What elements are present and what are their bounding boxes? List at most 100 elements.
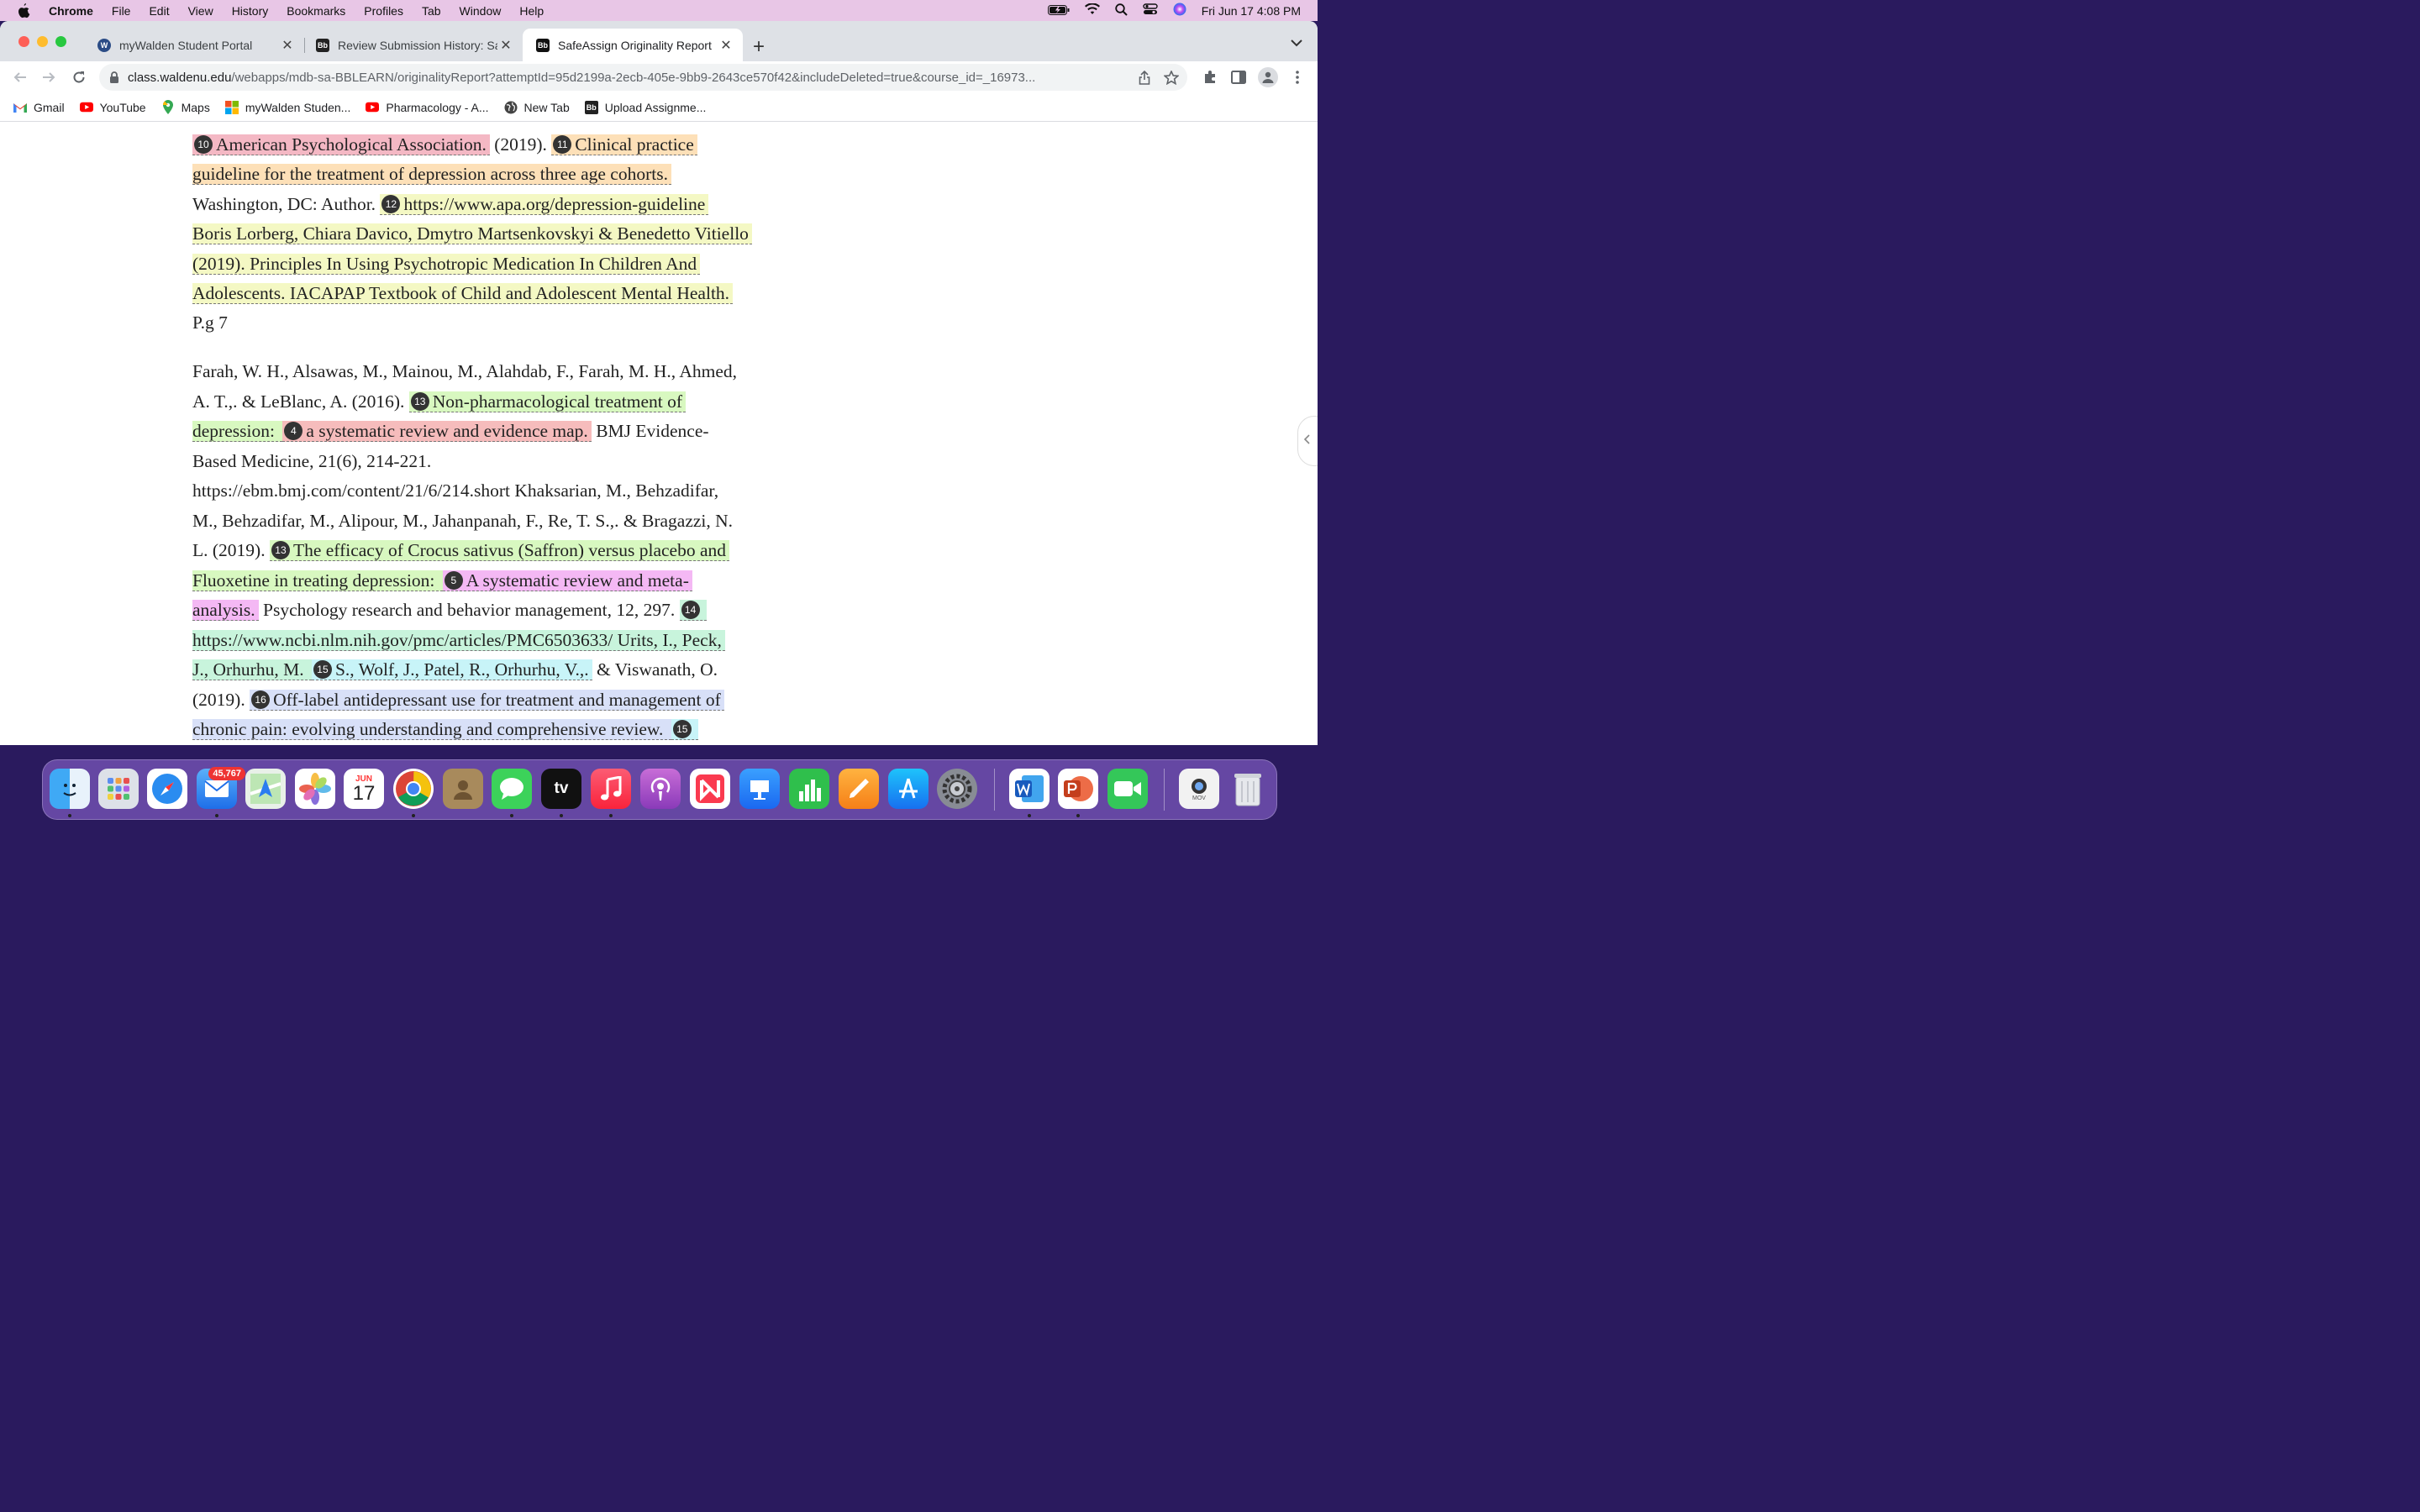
close-tab-icon[interactable]: ✕ xyxy=(718,37,734,54)
match-highlight[interactable]: 10 American Psychological Association. xyxy=(192,134,490,155)
trash-icon[interactable] xyxy=(1228,769,1268,809)
menu-profiles[interactable]: Profiles xyxy=(364,4,403,18)
tab-review-submission[interactable]: Bb Review Submission History: Sa ✕ xyxy=(302,29,523,61)
menu-tab[interactable]: Tab xyxy=(422,4,441,18)
match-badge[interactable]: 10 xyxy=(194,135,213,155)
match-badge[interactable]: 13 xyxy=(271,541,290,560)
menu-history[interactable]: History xyxy=(232,4,269,18)
match-highlight[interactable]: 12 https://www.apa.org/depression-guideli… xyxy=(380,194,709,215)
music-icon[interactable] xyxy=(591,769,631,809)
menu-view[interactable]: View xyxy=(188,4,213,18)
spotlight-search-icon[interactable] xyxy=(1115,3,1128,18)
bookmark-new-tab[interactable]: New Tab xyxy=(504,101,570,114)
battery-icon[interactable] xyxy=(1047,4,1070,18)
match-highlight[interactable]: analysis. xyxy=(192,600,259,621)
calendar-icon[interactable]: JUN 17 xyxy=(344,769,384,809)
word-icon[interactable] xyxy=(1009,769,1050,809)
match-highlight[interactable]: (2019). Principles In Using Psychotropic… xyxy=(192,254,701,275)
photos-icon[interactable] xyxy=(295,769,335,809)
control-center-icon[interactable] xyxy=(1143,3,1158,18)
bookmark-maps[interactable]: Maps xyxy=(161,100,210,114)
tab-mywalden[interactable]: W myWalden Student Portal ✕ xyxy=(84,29,304,61)
side-panel-icon[interactable] xyxy=(1230,69,1247,86)
bookmark-star-icon[interactable] xyxy=(1164,70,1179,85)
minimize-window-button[interactable] xyxy=(37,36,48,47)
menu-edit[interactable]: Edit xyxy=(149,4,169,18)
match-highlight[interactable]: 4a systematic review and evidence map. xyxy=(282,421,592,442)
numbers-icon[interactable] xyxy=(789,769,829,809)
apple-icon[interactable] xyxy=(17,3,32,18)
safari-icon[interactable] xyxy=(147,769,187,809)
close-tab-icon[interactable]: ✕ xyxy=(279,37,296,54)
close-tab-icon[interactable]: ✕ xyxy=(497,37,514,54)
match-badge[interactable]: 5 xyxy=(444,571,463,591)
tab-search-chevron-icon[interactable] xyxy=(1291,36,1302,51)
match-highlight[interactable]: Boris Lorberg, Chiara Davico, Dmytro Mar… xyxy=(192,223,752,244)
match-highlight[interactable]: guideline for the treatment of depressio… xyxy=(192,164,671,185)
maps-app-icon[interactable] xyxy=(245,769,286,809)
match-badge[interactable]: 13 xyxy=(410,392,429,412)
zoom-window-button[interactable] xyxy=(55,36,66,47)
siri-icon[interactable] xyxy=(1173,3,1186,18)
match-badge[interactable]: 16 xyxy=(251,690,271,710)
close-window-button[interactable] xyxy=(18,36,29,47)
match-badge[interactable]: 11 xyxy=(553,135,572,155)
menu-file[interactable]: File xyxy=(112,4,131,18)
bookmark-gmail[interactable]: Gmail xyxy=(13,101,65,114)
wifi-icon[interactable] xyxy=(1084,3,1100,18)
match-highlight[interactable]: 15 S., Wolf, J., Patel, R., Orhurhu, V.,. xyxy=(311,659,592,680)
match-highlight[interactable]: chronic pain: evolving understanding and… xyxy=(192,719,671,740)
bookmark-pharmacology[interactable]: Pharmacology - A... xyxy=(366,101,489,114)
match-badge[interactable]: 15 xyxy=(313,660,332,680)
menu-bookmarks[interactable]: Bookmarks xyxy=(287,4,345,18)
pages-icon[interactable] xyxy=(839,769,879,809)
podcasts-icon[interactable] xyxy=(640,769,681,809)
bookmark-mywalden-student[interactable]: myWalden Studen... xyxy=(224,100,350,114)
mail-icon[interactable]: 45,767 xyxy=(197,767,245,809)
bookmark-youtube[interactable]: YouTube xyxy=(79,101,146,114)
facetime-icon[interactable] xyxy=(1107,769,1148,809)
menu-window[interactable]: Window xyxy=(460,4,502,18)
match-highlight[interactable]: 13 Non-pharmacological treatment of xyxy=(408,391,687,412)
match-highlight[interactable]: J., Orhurhu, M. xyxy=(192,659,312,680)
new-tab-button[interactable]: + xyxy=(753,35,765,59)
address-bar[interactable]: class.waldenu.edu /webapps/mdb-sa-BBLEAR… xyxy=(99,64,1187,91)
system-preferences-icon[interactable] xyxy=(937,769,977,809)
reload-icon[interactable] xyxy=(71,69,87,86)
match-highlight[interactable]: 15 xyxy=(671,719,698,740)
menu-clock[interactable]: Fri Jun 17 4:08 PM xyxy=(1202,4,1301,18)
match-highlight[interactable]: depression: xyxy=(192,421,283,442)
match-highlight[interactable]: 14 xyxy=(679,600,707,621)
match-badge[interactable]: 4 xyxy=(284,422,303,441)
match-badge[interactable]: 14 xyxy=(681,601,700,620)
powerpoint-icon[interactable] xyxy=(1058,769,1098,809)
mov-file-icon[interactable]: MOV xyxy=(1179,769,1219,809)
match-highlight[interactable]: 5A systematic review and meta- xyxy=(442,570,692,591)
contacts-icon[interactable] xyxy=(443,769,483,809)
finder-icon[interactable] xyxy=(50,769,90,809)
back-arrow-icon[interactable] xyxy=(12,69,29,86)
launchpad-icon[interactable] xyxy=(98,769,139,809)
tab-safeassign[interactable]: Bb SafeAssign Originality Report ✕ xyxy=(523,29,743,61)
app-store-icon[interactable] xyxy=(888,769,929,809)
match-highlight[interactable]: 11 Clinical practice xyxy=(551,134,697,155)
match-highlight[interactable]: Fluoxetine in treating depression: xyxy=(192,570,443,591)
match-highlight[interactable]: 13 The efficacy of Crocus sativus (Saffro… xyxy=(269,540,729,561)
keynote-icon[interactable] xyxy=(739,769,780,809)
share-icon[interactable] xyxy=(1139,70,1150,85)
match-highlight[interactable]: https://www.ncbi.nlm.nih.gov/pmc/article… xyxy=(192,630,725,651)
menu-help[interactable]: Help xyxy=(519,4,544,18)
match-highlight[interactable]: 16 Off-label antidepressant use for treat… xyxy=(250,690,724,711)
lock-icon[interactable] xyxy=(109,71,119,83)
match-badge[interactable]: 15 xyxy=(672,720,692,739)
bookmark-upload-assignment[interactable]: Bb Upload Assignme... xyxy=(584,100,706,114)
side-panel-toggle[interactable] xyxy=(1297,416,1318,466)
news-icon[interactable] xyxy=(690,769,730,809)
match-badge[interactable]: 12 xyxy=(381,195,401,214)
match-highlight[interactable]: Adolescents. IACAPAP Textbook of Child a… xyxy=(192,283,734,304)
menu-app-name[interactable]: Chrome xyxy=(49,4,93,18)
apple-tv-icon[interactable]: tv xyxy=(541,769,581,809)
extensions-puzzle-icon[interactable] xyxy=(1202,69,1218,86)
messages-icon[interactable] xyxy=(492,769,532,809)
chrome-icon[interactable] xyxy=(393,769,434,809)
